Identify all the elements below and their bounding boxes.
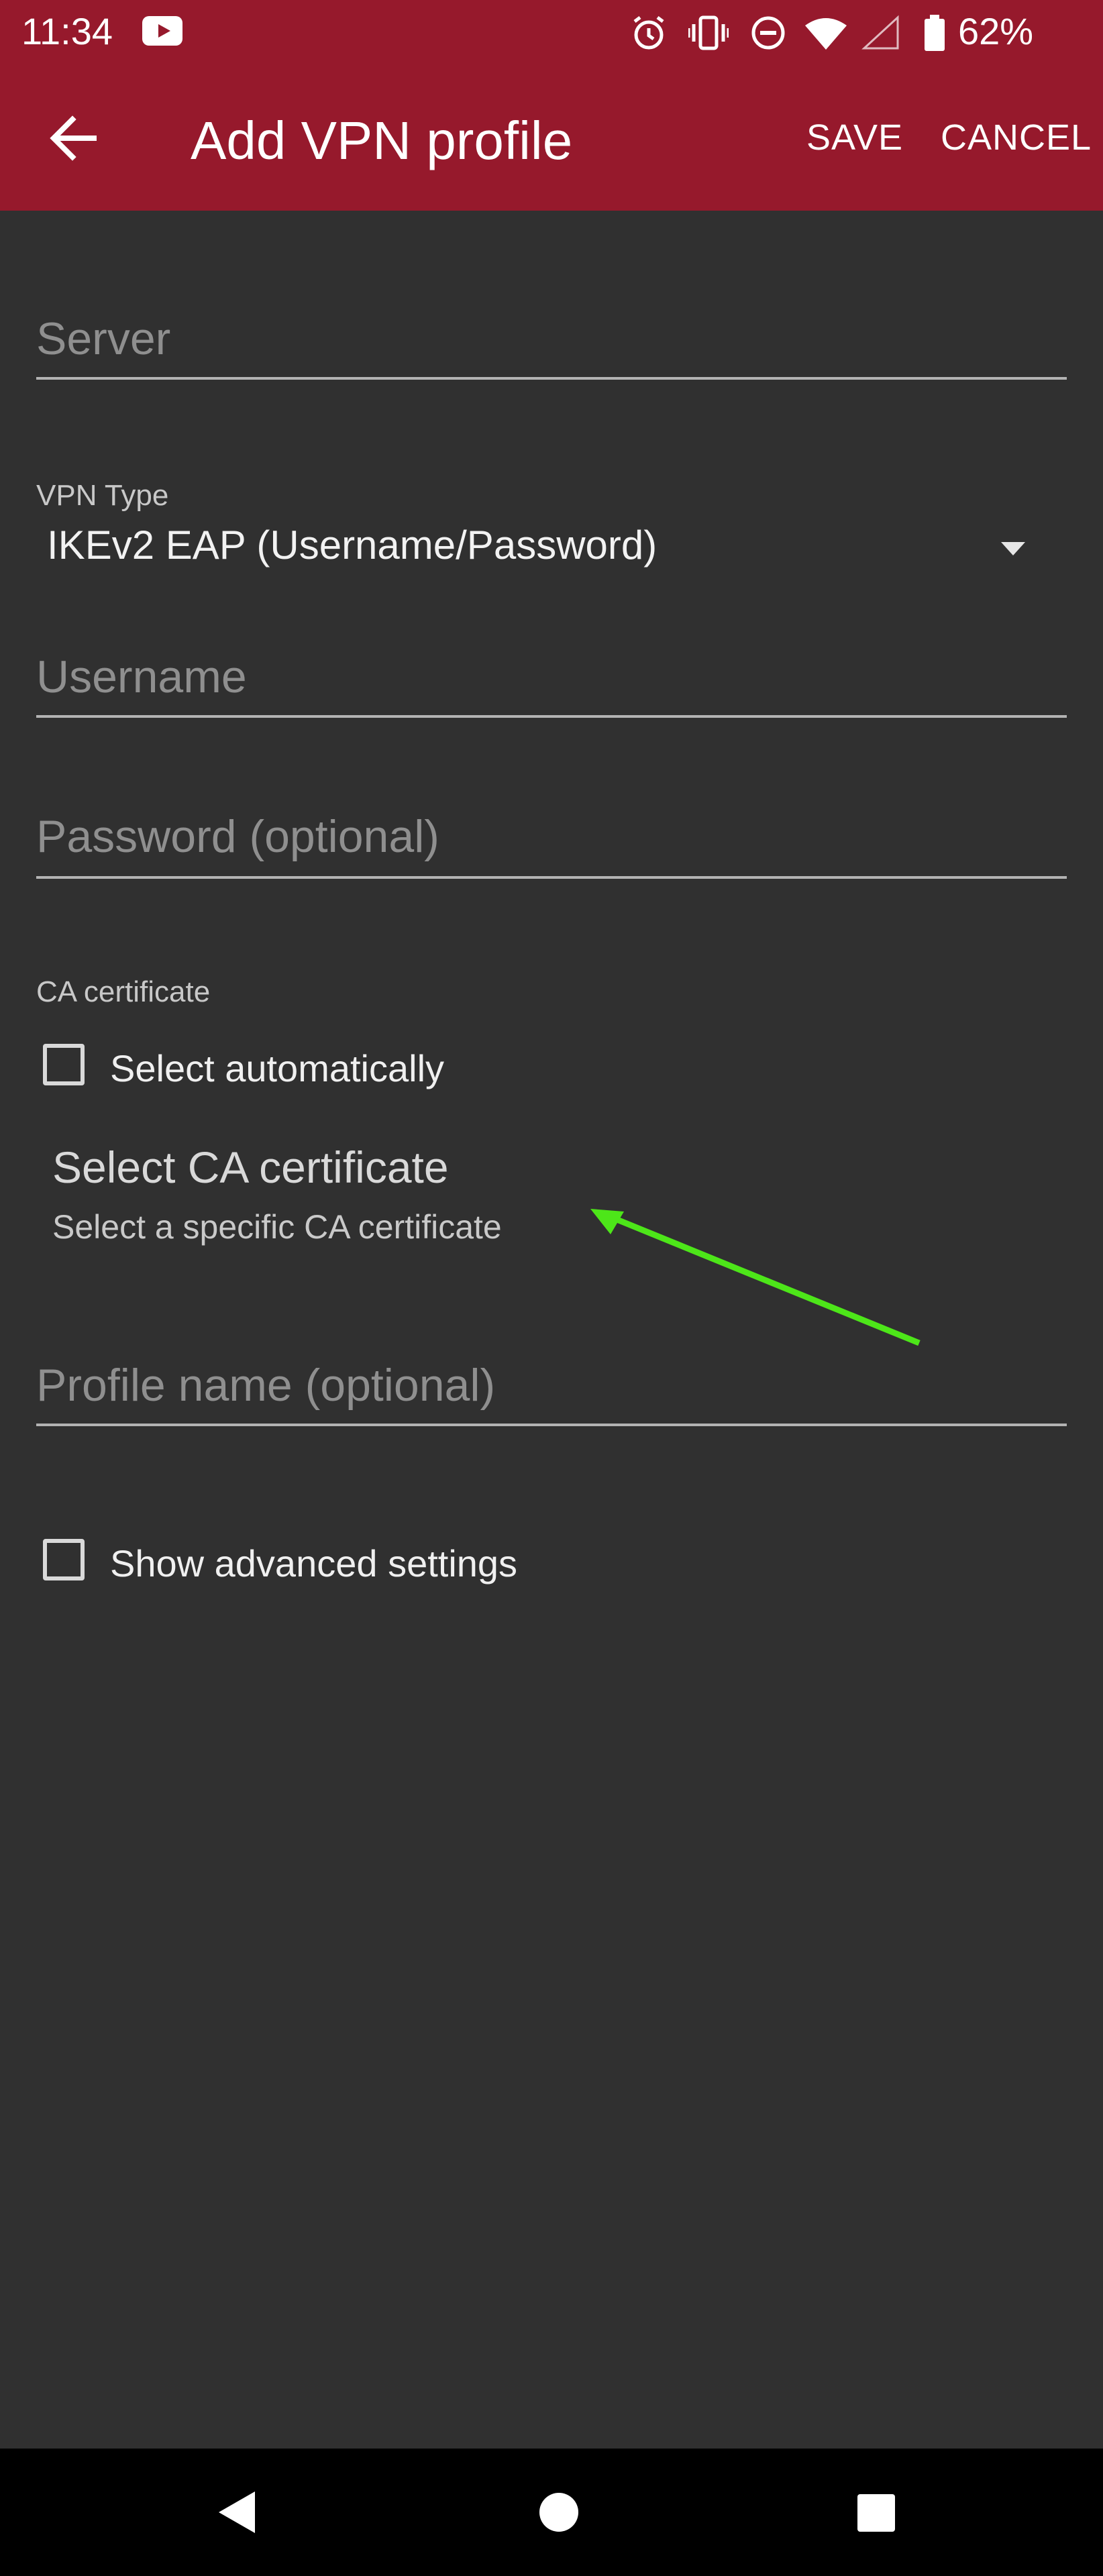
navigation-bar: [0, 2449, 1103, 2576]
nav-home-icon[interactable]: [538, 2491, 580, 2533]
username-field[interactable]: Username: [36, 651, 1067, 724]
cancel-button[interactable]: CANCEL: [941, 117, 1092, 158]
server-field[interactable]: Server: [36, 313, 1067, 386]
nav-back-icon[interactable]: [216, 2489, 258, 2536]
password-input[interactable]: Password (optional): [36, 810, 1067, 863]
select-automatically-checkbox[interactable]: [43, 1044, 85, 1085]
password-underline: [36, 876, 1067, 879]
battery-icon: [925, 15, 945, 51]
select-ca-subtitle: Select a specific CA certificate: [52, 1208, 502, 1246]
select-ca-title[interactable]: Select CA certificate: [52, 1142, 449, 1193]
status-bar: 11:34 62%: [0, 0, 1103, 64]
profile-name-underline: [36, 1424, 1067, 1426]
dropdown-arrow-icon[interactable]: [1001, 542, 1025, 555]
back-arrow-icon[interactable]: [40, 105, 107, 172]
do-not-disturb-icon: [751, 16, 785, 50]
app-bar: Add VPN profile SAVE CANCEL: [0, 64, 1103, 211]
profile-name-field[interactable]: Profile name (optional): [36, 1359, 1067, 1433]
signal-icon: [861, 15, 899, 50]
wifi-icon: [805, 18, 847, 50]
profile-name-input[interactable]: Profile name (optional): [36, 1359, 1067, 1411]
status-time: 11:34: [21, 10, 113, 52]
annotation-arrow-icon: [590, 1209, 921, 1346]
page-title: Add VPN profile: [191, 111, 573, 170]
alarm-icon: [633, 16, 664, 50]
password-field[interactable]: Password (optional): [36, 810, 1067, 884]
youtube-icon: [142, 16, 182, 46]
vpn-type-label: VPN Type: [36, 479, 169, 512]
vpn-type-value[interactable]: IKEv2 EAP (Username/Password): [47, 522, 657, 568]
vibrate-icon: [688, 15, 729, 50]
show-advanced-label[interactable]: Show advanced settings: [110, 1542, 517, 1585]
username-input[interactable]: Username: [36, 651, 1067, 703]
nav-recents-icon[interactable]: [856, 2493, 896, 2533]
server-input[interactable]: Server: [36, 313, 1067, 365]
server-underline: [36, 377, 1067, 380]
battery-percent: 62%: [958, 10, 1034, 52]
show-advanced-checkbox[interactable]: [43, 1539, 85, 1580]
username-underline: [36, 715, 1067, 718]
select-automatically-label[interactable]: Select automatically: [110, 1046, 444, 1090]
ca-certificate-label: CA certificate: [36, 975, 211, 1008]
save-button[interactable]: SAVE: [806, 117, 903, 158]
